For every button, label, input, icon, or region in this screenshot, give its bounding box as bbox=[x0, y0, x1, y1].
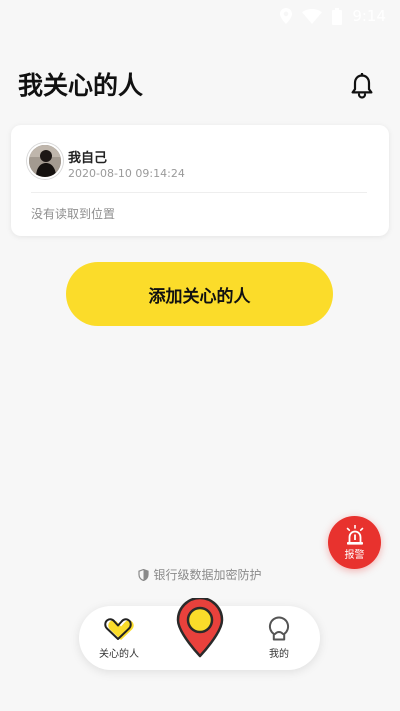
bell-icon bbox=[351, 73, 373, 99]
person-timestamp: 2020-08-10 09:14:24 bbox=[68, 167, 185, 180]
add-person-button[interactable]: 添加关心的人 bbox=[66, 262, 333, 326]
shield-icon bbox=[138, 568, 150, 581]
location-icon bbox=[280, 8, 293, 24]
person-name: 我自己 bbox=[68, 151, 108, 166]
card-divider bbox=[31, 192, 367, 193]
security-note: 银行级数据加密防护 bbox=[0, 566, 400, 583]
nav-label-care: 关心的人 bbox=[99, 649, 139, 660]
avatar bbox=[27, 143, 63, 179]
wifi-icon bbox=[302, 8, 323, 24]
notification-button[interactable] bbox=[349, 73, 375, 99]
screen: 9:14 我关心的人 我自己 2020-08-10 09:14:24 没有读取到… bbox=[0, 0, 400, 711]
nav-label-mine: 我的 bbox=[269, 649, 289, 660]
nav-item-map[interactable] bbox=[173, 596, 227, 658]
status-time: 9:14 bbox=[352, 7, 386, 25]
profile-icon bbox=[268, 616, 290, 641]
location-status: 没有读取到位置 bbox=[31, 207, 116, 221]
siren-icon bbox=[346, 524, 363, 545]
heart-icon bbox=[104, 618, 134, 640]
map-pin-icon bbox=[176, 596, 224, 658]
page-title: 我关心的人 bbox=[18, 71, 144, 100]
status-bar: 9:14 bbox=[240, 0, 400, 32]
alarm-label: 报警 bbox=[344, 549, 365, 561]
person-card[interactable]: 我自己 2020-08-10 09:14:24 没有读取到位置 bbox=[11, 125, 389, 236]
nav-item-mine[interactable]: 我的 bbox=[244, 616, 314, 666]
battery-icon bbox=[332, 7, 343, 25]
security-note-text: 银行级数据加密防护 bbox=[153, 568, 262, 582]
nav-item-care[interactable]: 关心的人 bbox=[84, 616, 154, 666]
alarm-button[interactable]: 报警 bbox=[328, 516, 381, 569]
